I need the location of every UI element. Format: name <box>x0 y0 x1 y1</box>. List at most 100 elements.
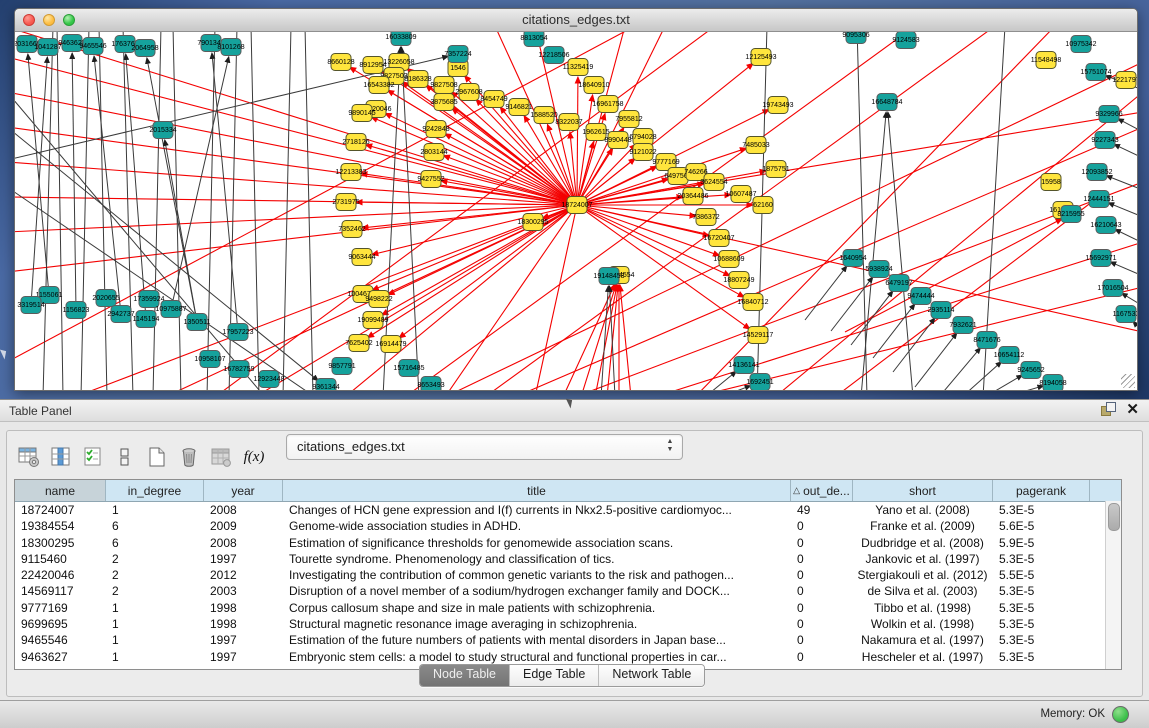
table-row[interactable]: 1872400712008Changes of HCN gene express… <box>15 502 1121 518</box>
graph-node[interactable]: 2064958 <box>131 40 158 57</box>
graph-node[interactable]: 3875685 <box>430 94 457 111</box>
graph-node[interactable]: 2718126 <box>342 134 369 151</box>
graph-node[interactable]: 12213383 <box>335 164 366 181</box>
graph-node[interactable]: 9124583 <box>892 32 919 49</box>
graph-node[interactable]: 14529117 <box>743 327 774 344</box>
table-row[interactable]: 946362711997Embryonic stem cells: a mode… <box>15 649 1121 665</box>
graph-node[interactable]: 8101268 <box>217 39 244 56</box>
graph-node[interactable]: 7485033 <box>742 137 769 154</box>
memory-ok-indicator[interactable] <box>1112 706 1129 723</box>
graph-node[interactable]: 9063444 <box>348 249 375 266</box>
network-window-titlebar[interactable]: citations_edges.txt <box>15 9 1137 32</box>
graph-node[interactable]: 20364486 <box>677 188 708 205</box>
graph-node[interactable]: 2015334 <box>149 122 176 139</box>
column-header-out-de-[interactable]: △out_de... <box>791 480 853 501</box>
graph-node[interactable]: 1875751 <box>762 161 789 178</box>
graph-node[interactable]: 1221797 <box>1112 72 1137 89</box>
graph-node[interactable]: 3319514 <box>17 297 44 314</box>
graph-node[interactable]: 11325419 <box>563 59 594 76</box>
graph-node[interactable]: 7932621 <box>949 317 976 334</box>
graph-node[interactable]: 2731975 <box>332 194 359 211</box>
graph-node[interactable]: 10958107 <box>194 351 225 368</box>
close-panel-icon[interactable]: ✕ <box>1126 402 1139 417</box>
function-builder-icon[interactable]: f(x) <box>239 443 269 471</box>
graph-node[interactable]: 18807249 <box>723 272 754 289</box>
row-height-icon[interactable] <box>111 443 139 471</box>
graph-node[interactable]: 2967608 <box>455 84 482 101</box>
graph-node[interactable]: 11548498 <box>1031 52 1062 69</box>
graph-node[interactable]: 6794028 <box>629 129 656 146</box>
table-row[interactable]: 2242004622012Investigating the contribut… <box>15 567 1121 583</box>
column-header-short[interactable]: short <box>853 480 993 501</box>
column-header-in-degree[interactable]: in_degree <box>106 480 204 501</box>
graph-node[interactable]: 7352462 <box>338 221 365 238</box>
graph-node[interactable]: 9474444 <box>907 288 934 305</box>
graph-node[interactable]: 8215955 <box>1057 206 1084 223</box>
graph-node[interactable]: 8660128 <box>327 54 354 71</box>
graph-node[interactable]: 9890145 <box>348 105 375 122</box>
graph-node[interactable]: 9242848 <box>422 121 449 138</box>
table-panel-header[interactable]: Table Panel ✕ <box>0 400 1149 422</box>
graph-node[interactable]: 8813054 <box>520 32 547 47</box>
table-scrollbar[interactable] <box>1105 501 1121 669</box>
graph-node[interactable]: 8322037 <box>555 114 582 131</box>
graph-node[interactable]: 16782759 <box>223 361 254 378</box>
graph-node[interactable]: 10607487 <box>725 186 756 203</box>
graph-node[interactable]: 15958 <box>1041 174 1061 191</box>
graph-node[interactable]: 15716485 <box>393 360 424 377</box>
graph-node[interactable]: 9361344 <box>312 379 339 391</box>
table-scrollbar-thumb[interactable] <box>1108 503 1120 531</box>
graph-node[interactable]: 9245652 <box>1017 362 1044 379</box>
graph-node[interactable]: 14136141 <box>728 357 759 374</box>
graph-node[interactable]: 6479197 <box>885 275 912 292</box>
column-header-name[interactable]: name <box>15 480 106 501</box>
graph-node[interactable]: 18640910 <box>578 77 609 94</box>
graph-node[interactable]: 5938924 <box>865 261 892 278</box>
graph-node[interactable]: 1156823 <box>63 302 90 319</box>
column-header-title[interactable]: title <box>283 480 791 501</box>
table-row[interactable]: 1938455462009Genome-wide association stu… <box>15 518 1121 534</box>
graph-node[interactable]: 7625402 <box>345 335 372 352</box>
graph-node[interactable]: 9498222 <box>365 291 392 308</box>
graph-node[interactable]: 16210643 <box>1090 217 1121 234</box>
graph-node[interactable]: 10688609 <box>713 251 744 268</box>
delete-table-icon[interactable] <box>175 443 203 471</box>
graph-node[interactable]: 10654112 <box>994 347 1025 364</box>
graph-node[interactable]: 17359924 <box>133 291 164 308</box>
graph-node[interactable]: 62160 <box>753 197 773 214</box>
tab-network-table[interactable]: Network Table <box>599 665 704 686</box>
float-panel-icon[interactable] <box>1101 402 1116 417</box>
table-row[interactable]: 1830029562008Estimation of significance … <box>15 535 1121 551</box>
graph-node[interactable]: 8990448 <box>604 132 631 149</box>
table-row[interactable]: 946554611997Estimation of the future num… <box>15 632 1121 648</box>
network-canvas[interactable]: 1872400786601288912954132260589827503818… <box>15 32 1137 390</box>
column-checklist-icon[interactable] <box>79 443 107 471</box>
graph-node[interactable]: 17016504 <box>1097 280 1128 297</box>
table-settings-icon[interactable] <box>15 443 43 471</box>
graph-node[interactable]: 16033809 <box>385 32 416 46</box>
graph-node[interactable]: 9227343 <box>1091 132 1118 149</box>
graph-node[interactable]: 10975887 <box>155 301 186 318</box>
graph-node[interactable]: 9329966 <box>1095 106 1122 123</box>
graph-node[interactable]: 8454749 <box>480 91 507 108</box>
graph-node[interactable]: 9095306 <box>842 32 869 44</box>
table-row[interactable]: 911546021997Tourette syndrome. Phenomeno… <box>15 551 1121 567</box>
new-table-icon[interactable] <box>143 443 171 471</box>
graph-node[interactable]: 8471676 <box>973 332 1000 349</box>
graph-node[interactable]: 1145194 <box>133 311 160 328</box>
tab-node-table[interactable]: Node Table <box>420 665 510 686</box>
table-row[interactable]: 969969511998Structural magnetic resonanc… <box>15 616 1121 632</box>
graph-node[interactable]: 15751074 <box>1080 64 1111 81</box>
graph-node[interactable]: 2020655 <box>92 290 119 307</box>
graph-node[interactable]: 1350511 <box>184 314 211 331</box>
graph-node[interactable]: 1167533 <box>1113 306 1137 323</box>
graph-node[interactable]: 17957223 <box>222 324 253 341</box>
import-table-icon[interactable] <box>207 443 235 471</box>
column-header-year[interactable]: year <box>204 480 283 501</box>
graph-node[interactable]: 9146821 <box>505 99 532 116</box>
graph-node[interactable]: 8653493 <box>417 377 444 391</box>
graph-node[interactable]: 2935114 <box>928 302 955 319</box>
graph-node[interactable]: 7386372 <box>692 209 719 226</box>
column-header-pagerank[interactable]: pagerank <box>993 480 1090 501</box>
graph-node[interactable]: 9857791 <box>328 358 355 375</box>
